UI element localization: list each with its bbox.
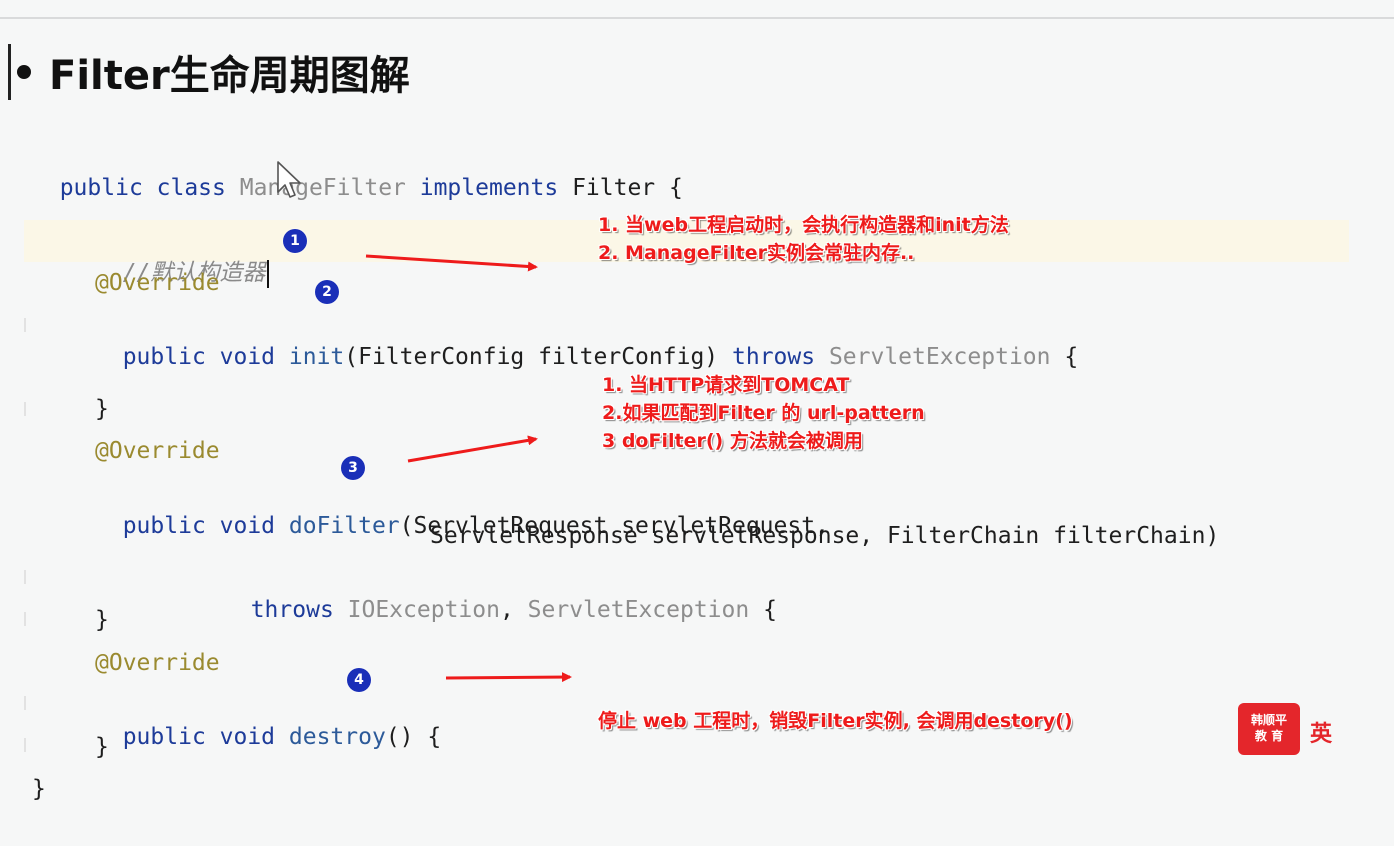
step-badge-1: 1 [283,229,307,253]
method-name-token: doFilter [288,513,400,539]
code-token: , [499,597,528,623]
step-badge-3: 3 [341,456,365,480]
logo-line-2: 教 育 [1254,729,1284,743]
code-token: { [1050,344,1079,370]
code-token: public void [122,344,289,370]
code-token: IOException [347,597,500,623]
code-line-override-3[interactable]: @Override [95,647,220,679]
code-token: throws [732,344,829,370]
slide-title: Filter生命周期图解 [49,53,410,99]
code-token: (FilterConfig filterConfig) [344,344,732,370]
logo-line-1: 韩顺平 [1250,713,1287,727]
code-line-init[interactable]: public void init(FilterConfig filterConf… [95,309,1079,370]
code-line-override-1[interactable]: @Override [95,267,220,299]
code-line-destroy[interactable]: public void destroy() { [95,689,442,750]
code-token: public void [122,724,289,750]
step-badge-4: 4 [347,668,371,692]
gutter-mark [24,318,26,332]
method-name-token: destroy [288,724,386,750]
code-line-comment[interactable]: //默认构造器 [95,225,270,288]
top-divider [0,17,1394,19]
code-token: public class [59,175,240,201]
bullet-icon [17,65,31,79]
code-line-throws[interactable]: throws IOException, ServletException { [223,562,777,623]
note-dofilter-line-1: 1. 当HTTP请求到TOMCAT [602,374,850,396]
code-line-class-decl[interactable]: public class ManageFilter implements Fil… [32,140,683,201]
brand-logo: 韩顺平 教 育 [1238,703,1300,755]
slide-heading: Filter生命周期图解 [8,44,410,100]
code-line-dofilter-params[interactable]: ServletResponse servletResponse, FilterC… [430,520,1219,552]
arrow-icon [407,435,538,463]
code-line-dofilter[interactable]: public void doFilter(ServletRequest serv… [95,478,829,539]
code-token: ServletException [527,597,750,623]
code-token: public void [122,513,289,539]
text-caret [267,259,270,288]
note-dofilter-line-3: 3 doFilter() 方法就会被调用 [602,430,863,452]
step-badge-2: 2 [315,280,339,304]
arrow-icon [445,672,572,683]
code-token: { [749,597,777,623]
code-token: Filter { [572,175,683,201]
code-token: ServletException [828,344,1051,370]
note-init-line-2: 2. ManageFilter实例会常驻内存.. [598,242,915,264]
code-token: implements [405,175,573,201]
gutter-mark [24,402,26,416]
class-name-token: ManageFilter [239,175,406,201]
code-line-override-2[interactable]: @Override [95,435,220,467]
gutter-mark [24,612,26,626]
note-destroy: 停止 web 工程时，销毁Filter实例, 会调用destory() [598,710,1073,732]
ime-indicator[interactable]: 英 [1310,716,1332,748]
gutter-mark [24,696,26,710]
gutter-mark [24,570,26,584]
code-line-close[interactable]: } [95,731,109,763]
code-line-close[interactable]: } [95,604,109,636]
code-line-close[interactable]: } [95,393,109,425]
note-init-line-1: 1. 当web工程启动时，会执行构造器和init方法 [598,214,1009,236]
code-token: throws [250,597,348,623]
note-dofilter-line-2: 2.如果匹配到Filter 的 url-pattern [602,402,925,424]
code-line-class-close[interactable]: } [32,773,46,805]
code-token: () { [385,724,442,750]
text-caret-bar [8,44,11,100]
mouse-cursor-icon [277,161,301,198]
gutter-mark [24,738,26,752]
method-name-token: init [288,344,345,370]
